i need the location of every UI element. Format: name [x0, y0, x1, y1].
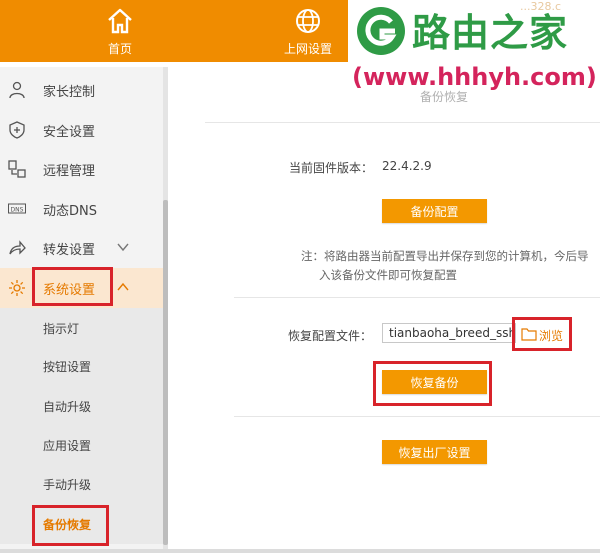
gear-icon [9, 280, 25, 296]
sidebar-subitem-auto-upgrade[interactable]: 自动升级 [0, 386, 163, 426]
sidebar-item-parental-control[interactable]: 家长控制 [0, 70, 163, 110]
sidebar-item-forwarding[interactable]: 转发设置 [0, 228, 163, 268]
dns-icon: DNS [8, 203, 26, 214]
sidebar-subitem-manual-upgrade[interactable]: 手动升级 [0, 464, 163, 504]
factory-reset-button[interactable]: 恢复出厂设置 [382, 440, 487, 464]
sidebar-scroll-thumb[interactable] [163, 200, 168, 545]
sidebar-subitem-label: 指示灯 [43, 322, 80, 336]
sidebar-item-remote[interactable]: 远程管理 [0, 149, 163, 189]
sidebar-subitem-label: 按钮设置 [43, 360, 92, 374]
sidebar-item-label: 家长控制 [43, 85, 96, 100]
parent-icon [9, 81, 25, 99]
restore-file-label: 恢复配置文件： [288, 329, 373, 343]
sidebar-subitem-label: 手动升级 [43, 478, 92, 492]
section-divider-1 [234, 297, 600, 298]
remote-icon [8, 160, 26, 178]
nav-home-label: 首页 [107, 42, 132, 56]
nav-home[interactable]: 首页 [55, 0, 185, 62]
sidebar-item-label: 安全设置 [43, 125, 96, 140]
sidebar-item-label: 动态DNS [43, 204, 97, 219]
sidebar-subitem-app-settings[interactable]: 应用设置 [0, 425, 163, 465]
firmware-value: 22.4.2.9 [382, 159, 432, 173]
sidebar-subitem-buttons[interactable]: 按钮设置 [0, 346, 163, 386]
backup-config-button[interactable]: 备份配置 [382, 199, 487, 223]
bottom-strip [0, 549, 600, 553]
highlight-box-backup-restore [32, 505, 109, 546]
chevron-up-icon [117, 282, 129, 291]
chevron-down-icon [117, 243, 129, 252]
sidebar-item-security[interactable]: 安全设置 [0, 110, 163, 150]
title-divider [205, 122, 600, 123]
shield-icon [9, 121, 25, 139]
highlight-box-system-settings [32, 267, 113, 306]
svg-text:DNS: DNS [11, 207, 24, 214]
sidebar-subitem-label: 应用设置 [43, 439, 92, 453]
backup-note: 注：将路由器当前配置导出并保存到您的计算机，今后导 入该备份文件即可恢复配置 [301, 247, 600, 285]
firmware-label: 当前固件版本： [289, 161, 374, 175]
sidebar-item-ddns[interactable]: DNS 动态DNS [0, 189, 163, 229]
home-icon [108, 8, 132, 34]
sidebar-subitem-label: 自动升级 [43, 400, 92, 414]
highlight-box-browse [512, 317, 572, 351]
forward-icon [9, 240, 26, 255]
watermark-faint-text: ...328.c [520, 0, 562, 13]
watermark-url: (www.hhhyh.com) [352, 63, 597, 91]
globe-icon [296, 9, 320, 33]
sidebar-item-label: 远程管理 [43, 164, 96, 179]
backup-note-line2: 入该备份文件即可恢复配置 [319, 268, 457, 282]
page-title: 备份恢复 [420, 90, 469, 104]
restore-file-input[interactable]: tianbaoha_breed_ssh [382, 323, 516, 343]
section-divider-2 [234, 416, 600, 417]
highlight-box-restore [373, 361, 492, 406]
backup-note-line1: 注：将路由器当前配置导出并保存到您的计算机，今后导 [301, 249, 589, 263]
sidebar-item-label: 转发设置 [43, 243, 96, 258]
sidebar-subitem-led[interactable]: 指示灯 [0, 308, 163, 348]
watermark-logo-icon [357, 7, 405, 55]
